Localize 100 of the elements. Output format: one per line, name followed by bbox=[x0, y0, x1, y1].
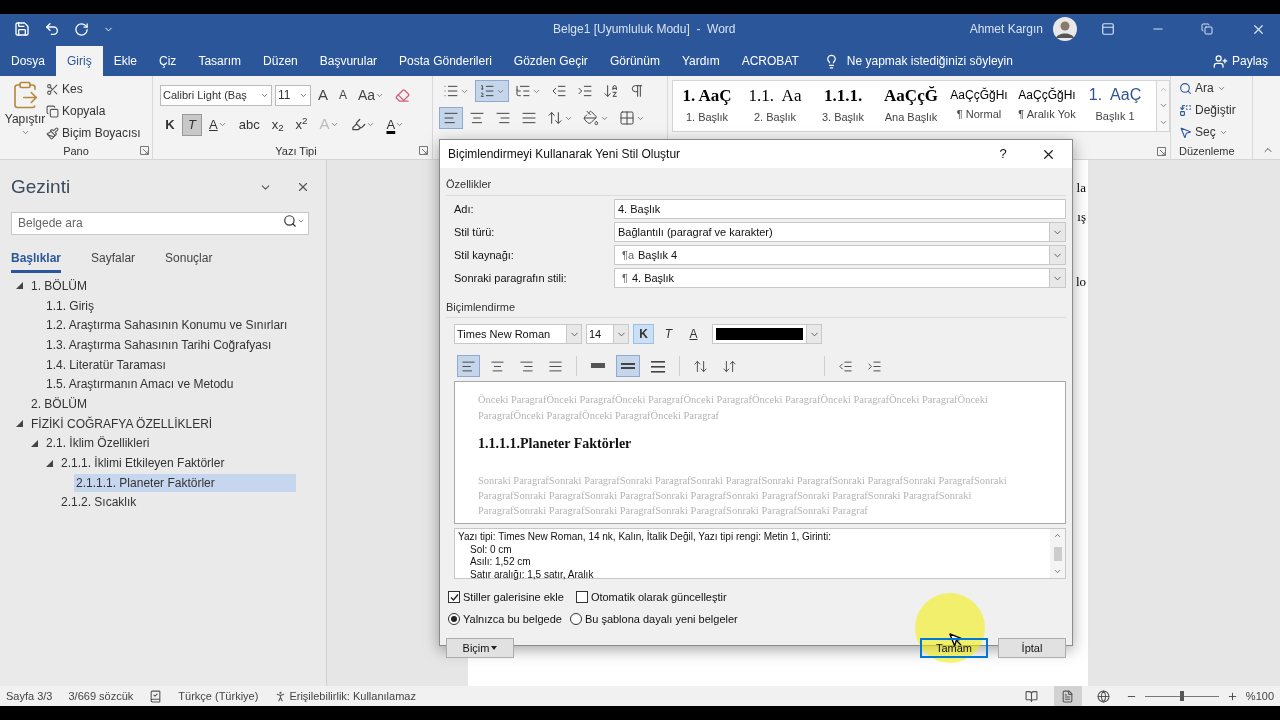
ribbon-tab[interactable]: Çiz bbox=[148, 46, 188, 76]
heading-item[interactable]: FİZİKİ COĞRAFYA ÖZELLİKLERİ bbox=[29, 414, 215, 433]
ok-button[interactable]: Tamam bbox=[920, 638, 988, 658]
strike-button[interactable]: abc bbox=[233, 113, 265, 136]
radio-button[interactable] bbox=[569, 612, 582, 625]
ribbon-tab[interactable]: Ekle bbox=[102, 46, 149, 76]
select-button[interactable]: Seç bbox=[1179, 123, 1252, 141]
shrink-font-button[interactable]: A bbox=[335, 86, 352, 105]
pane-tab[interactable]: Başlıklar bbox=[11, 249, 62, 273]
sup-button[interactable]: x$^{2}$ bbox=[290, 113, 313, 136]
caret-icon[interactable] bbox=[297, 217, 305, 225]
style-dropdown[interactable]: ¶ 4. Başlık bbox=[614, 268, 1066, 288]
style-dropdown[interactable]: Bağlantılı (paragraf ve karakter) bbox=[614, 222, 1066, 242]
heading-item[interactable]: 1.3. Araştırma Sahasının Tarihi Coğrafyası bbox=[44, 335, 274, 354]
cancel-button[interactable]: İptal bbox=[998, 638, 1066, 658]
print-view-button[interactable] bbox=[1053, 686, 1082, 706]
style-item[interactable]: 1. AaÇ 1. Başlık bbox=[673, 81, 741, 131]
dialog-launcher-icon[interactable] bbox=[419, 146, 428, 155]
style-item[interactable]: 1. AaÇ Başlık 1 bbox=[1081, 81, 1149, 131]
italic-button[interactable]: T bbox=[182, 113, 202, 136]
font-name-dropdown[interactable]: Times New Roman bbox=[454, 324, 582, 344]
font-name-field[interactable]: Calibri Light (Baş bbox=[160, 84, 272, 106]
ribbon-tab[interactable]: ACROBAT bbox=[730, 46, 810, 76]
bold-button[interactable]: K bbox=[160, 113, 180, 136]
style-item[interactable]: AaÇçĞğHı ¶ Normal bbox=[945, 81, 1013, 131]
find-button[interactable]: Ara bbox=[1179, 79, 1252, 97]
checkbox[interactable] bbox=[575, 591, 588, 604]
ribbon-tab[interactable]: Düzen bbox=[252, 46, 309, 76]
numbered-list-button[interactable] bbox=[475, 80, 509, 102]
expanded-arrow-icon[interactable] bbox=[16, 282, 23, 290]
heading-item[interactable]: 2.1.1.1. Planeter Faktörler bbox=[74, 473, 296, 492]
ribbon-tab[interactable]: Giriş bbox=[56, 46, 103, 76]
ribbon-tab[interactable]: Tasarım bbox=[187, 46, 253, 76]
bold-button[interactable]: K bbox=[633, 324, 654, 344]
heading-item[interactable]: 2.1.2. Sıcaklık bbox=[59, 493, 139, 512]
redo-icon[interactable] bbox=[74, 21, 89, 37]
ribbon-display-icon[interactable] bbox=[1101, 22, 1115, 36]
eraser-icon[interactable] bbox=[395, 87, 411, 103]
page-count[interactable]: Sayfa 3/3 bbox=[6, 687, 53, 705]
heading-item[interactable]: 2.1. İklim Özellikleri bbox=[44, 434, 152, 453]
language-status[interactable]: Türkçe (Türkiye) bbox=[178, 687, 259, 705]
paste-button[interactable]: Yapıştır bbox=[0, 80, 46, 143]
accessibility-status[interactable]: Erişilebilirlik: Kullanılamaz bbox=[289, 687, 416, 705]
font-color-button[interactable]: A bbox=[381, 113, 410, 136]
grow-font-button[interactable]: A bbox=[314, 84, 332, 107]
style-item[interactable]: 1.1. Aa 2. Başlık bbox=[741, 81, 809, 131]
font-size-field[interactable]: 11 bbox=[275, 84, 311, 106]
share-button[interactable]: Paylaş bbox=[1212, 46, 1268, 76]
close-icon[interactable] bbox=[296, 180, 310, 194]
cut-button[interactable]: Kes bbox=[46, 80, 141, 98]
ribbon-tab[interactable]: Posta Gönderileri bbox=[388, 46, 503, 76]
name-field[interactable]: 4. Başlık bbox=[614, 199, 1066, 219]
style-item[interactable]: AaÇçĞ Ana Başlık bbox=[877, 81, 945, 131]
style-dropdown[interactable]: ¶a Başlık 4 bbox=[614, 245, 1066, 265]
expanded-arrow-icon[interactable] bbox=[46, 459, 53, 467]
search-field[interactable]: Belgede ara bbox=[11, 211, 309, 235]
one-and-half-spacing-button[interactable] bbox=[616, 355, 640, 377]
scroll-thumb[interactable] bbox=[1053, 546, 1062, 561]
expanded-arrow-icon[interactable] bbox=[31, 439, 38, 447]
undo-icon[interactable] bbox=[44, 21, 60, 37]
pane-tab[interactable]: Sayfalar bbox=[91, 249, 136, 273]
zoom-level[interactable]: %100 bbox=[1245, 687, 1274, 705]
ribbon-tab[interactable]: Yardım bbox=[670, 46, 731, 76]
heading-item[interactable]: 2. BÖLÜM bbox=[29, 394, 89, 413]
format-menu-button[interactable]: Biçim bbox=[446, 638, 514, 658]
italic-button[interactable]: T bbox=[658, 324, 679, 344]
sub-button[interactable]: x$_{2}$ bbox=[266, 113, 289, 136]
heading-item[interactable]: 1.1. Giriş bbox=[44, 296, 96, 315]
painter-button[interactable]: Biçim Boyacısı bbox=[46, 124, 141, 142]
proofing-icon[interactable] bbox=[149, 689, 163, 703]
save-icon[interactable] bbox=[14, 21, 30, 37]
align-left-button[interactable] bbox=[439, 107, 463, 129]
ribbon-tab[interactable]: Gözden Geçir bbox=[502, 46, 599, 76]
dialog-launcher-icon[interactable] bbox=[140, 146, 149, 155]
font-size-dropdown[interactable]: 14 bbox=[586, 324, 629, 344]
help-button[interactable]: ? bbox=[995, 144, 1011, 164]
change-case-button[interactable]: Aa bbox=[354, 84, 389, 106]
zoom-slider[interactable] bbox=[1144, 691, 1219, 701]
tell-me-field[interactable]: Ne yapmak istediğinizi söyleyin bbox=[846, 52, 1013, 70]
heading-item[interactable]: 1.5. Araştırmanın Amacı ve Metodu bbox=[44, 375, 236, 394]
zoom-in-icon[interactable] bbox=[1226, 690, 1238, 702]
heading-item[interactable]: 1. BÖLÜM bbox=[29, 276, 89, 295]
align-left-button[interactable] bbox=[457, 355, 480, 377]
restore-icon[interactable] bbox=[1201, 23, 1213, 35]
heading-item[interactable]: 1.4. Literatür Taraması bbox=[44, 355, 168, 374]
radio-button[interactable] bbox=[448, 612, 460, 625]
ribbon-tab[interactable]: Başvurular bbox=[308, 46, 389, 76]
search-icon[interactable] bbox=[283, 214, 297, 228]
style-item[interactable]: AaÇçĞğHı ¶ Aralık Yok bbox=[1013, 81, 1081, 131]
underline-button[interactable]: A bbox=[683, 324, 704, 344]
checkbox[interactable] bbox=[448, 591, 460, 604]
copy-button[interactable]: Kopyala bbox=[46, 102, 141, 120]
style-item[interactable]: 1.1.1. 3. Başlık bbox=[809, 81, 877, 131]
heading-item[interactable]: 2.1.1. İklimi Etkileyen Faktörler bbox=[59, 454, 227, 473]
replace-button[interactable]: Değiştir bbox=[1179, 101, 1252, 119]
ribbon-tab[interactable]: Görünüm bbox=[598, 46, 671, 76]
ribbon-tab[interactable]: Dosya bbox=[0, 46, 56, 76]
underline-button[interactable]: A bbox=[204, 113, 232, 136]
expanded-arrow-icon[interactable] bbox=[16, 420, 23, 428]
font-color-dropdown[interactable] bbox=[712, 324, 822, 344]
